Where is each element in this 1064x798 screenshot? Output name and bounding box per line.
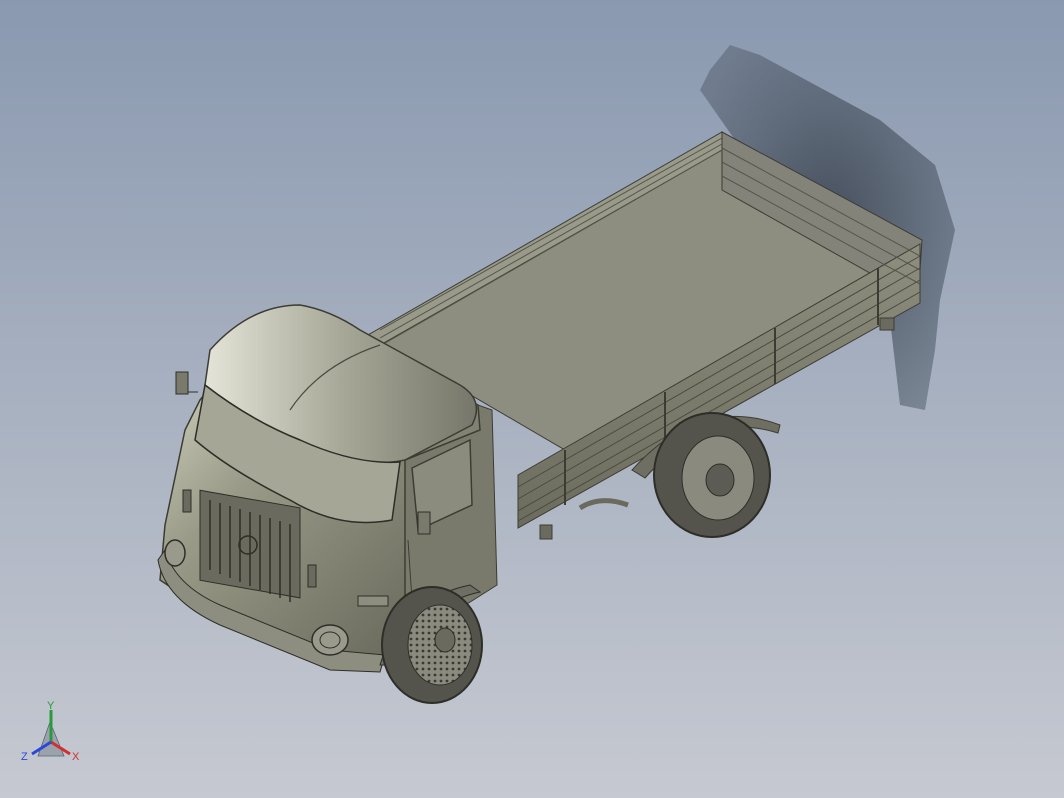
graphics-viewport[interactable]: Y X Z (0, 0, 1064, 798)
headlight-left (164, 539, 186, 567)
side-vent-left (182, 489, 192, 513)
chassis-pipe (578, 498, 629, 511)
view-orientation-triad[interactable]: Y X Z (18, 700, 88, 770)
cab-step (357, 595, 389, 607)
side-vent-right (307, 564, 317, 588)
mirror-left (175, 371, 189, 395)
chassis-bracket-rear (879, 317, 895, 331)
y-axis-label: Y (47, 700, 55, 712)
mirror-right (417, 511, 431, 535)
truck-model-scene[interactable] (0, 0, 1064, 798)
rear-wheel (653, 412, 771, 538)
x-axis-label: X (72, 751, 80, 763)
z-axis-label: Z (21, 751, 28, 763)
chassis-bracket (539, 524, 553, 540)
headlight-right (311, 624, 349, 656)
front-wheel (381, 586, 483, 704)
